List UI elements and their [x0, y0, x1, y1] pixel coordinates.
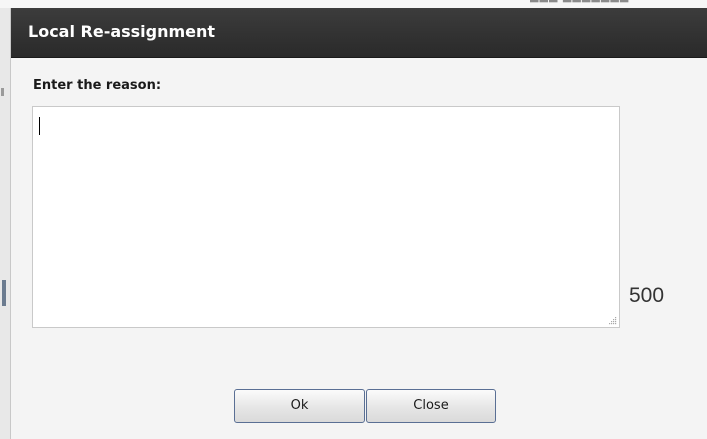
background-app-text: ▀▀▀ ▀▀▀▀▀▀▀ — [530, 0, 690, 6]
ok-button[interactable]: Ok — [234, 389, 365, 423]
dialog-title: Local Re-assignment — [28, 22, 216, 41]
screen: ▀▀▀ ▀▀▀▀▀▀▀ Local Re-assignment Enter th… — [0, 0, 707, 439]
reason-textarea[interactable] — [32, 106, 620, 328]
local-reassignment-dialog: Local Re-assignment Enter the reason: 50… — [10, 8, 707, 439]
background-app-accent — [2, 280, 6, 306]
close-button[interactable]: Close — [366, 389, 496, 423]
reason-label: Enter the reason: — [33, 78, 162, 93]
background-app-edge — [0, 8, 10, 439]
resize-grip-icon[interactable] — [607, 315, 617, 325]
background-app-marker — [1, 88, 4, 96]
character-counter: 500 — [629, 284, 665, 307]
dialog-titlebar[interactable]: Local Re-assignment — [11, 8, 707, 58]
text-caret — [39, 117, 40, 135]
